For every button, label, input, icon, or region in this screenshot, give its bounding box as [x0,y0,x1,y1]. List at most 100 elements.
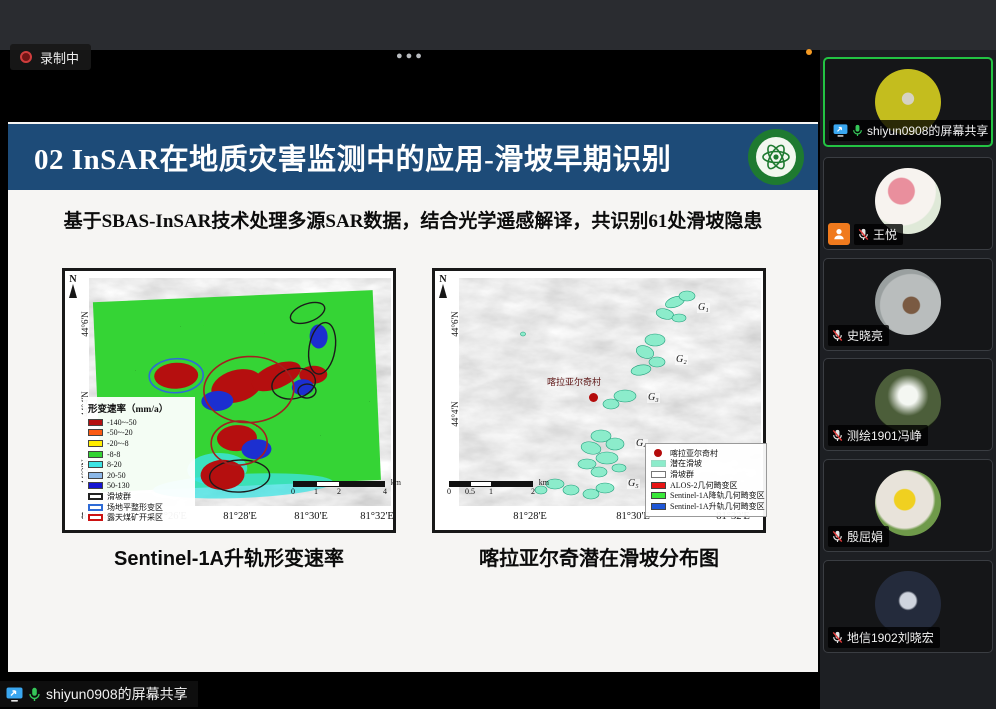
more-options-handle[interactable]: ●●● [396,50,425,62]
scalebar-tick: 1 [489,487,493,496]
x-axis-tick: 81°28'E [513,511,547,522]
x-axis-tick: 81°32'E [360,511,394,522]
legend-item: 滑坡群 [651,469,761,480]
window-top-bar[interactable] [0,0,996,50]
legend-item: 滑坡群 [88,491,190,502]
mic-muted-icon [832,631,843,644]
north-label: N [439,275,446,284]
scalebar-segment [294,482,317,486]
participant-tile[interactable]: 测绘1901冯峥 [823,358,993,451]
legend-item: 8-20 [88,459,190,470]
group-label: G₃ [647,393,660,403]
scalebar-tick: 2 [531,487,535,496]
north-arrow-icon: N [439,275,447,298]
member-badge-icon [828,223,850,245]
recording-badge: 录制中 [10,44,91,70]
participant-label: 殷屈娟 [828,526,889,547]
legend-swatch [88,440,103,447]
legend-item: ALOS-2几何畸变区 [651,480,761,491]
y-axis-tick: 44°6'N [450,305,460,343]
screen-share-label: shiyun0908的屏幕共享 [0,681,198,707]
participant-tile[interactable]: 地信1902刘晓宏 [823,560,993,653]
participant-tile[interactable]: shiyun0908的屏幕共享 [823,57,993,147]
participant-tile[interactable]: 王悦 [823,157,993,250]
legend-swatch [88,514,103,521]
legend-item: -140~-50 [88,417,190,428]
mic-muted-icon [832,329,843,342]
recording-label: 录制中 [40,48,79,67]
participant-label: 史晓亮 [828,325,889,346]
legend-swatch [651,492,666,499]
scalebar-unit: km [391,478,401,487]
mic-muted-icon [832,429,843,442]
legend-swatch [651,503,666,510]
village-marker [589,393,598,402]
participant-name: 殷屈娟 [847,528,883,545]
legend-swatch [88,504,103,511]
screen-share-icon [833,124,848,137]
mic-muted-icon [832,530,843,543]
notification-dot [806,49,812,55]
legend-item: 20-50 [88,470,190,481]
y-axis-tick: 44°6'N [80,305,90,343]
legend-swatch [651,482,666,489]
slide-title-bar: 02 InSAR在地质灾害监测中的应用-滑坡早期识别 [8,124,818,190]
north-arrow-triangle [69,284,77,298]
x-axis-tick: 81°30'E [294,511,328,522]
legend-item: 潜在滑坡 [651,459,761,470]
participant-tile[interactable]: 史晓亮 [823,258,993,351]
legend-item: -20~-8 [88,438,190,449]
left-map-figure: N 44°6'N 44°4'N 44°2'N 81°24'E 81°26'E 8… [62,268,396,533]
north-label: N [69,275,76,284]
legend-item: 50-130 [88,481,190,492]
north-arrow-icon: N [69,275,77,298]
participant-name: shiyun0908的屏幕共享 [867,122,988,139]
group-label: G₅ [627,479,640,489]
participant-label: shiyun0908的屏幕共享 [829,120,993,141]
scalebar-tick: 0.5 [465,487,475,496]
legend-swatch [651,460,666,467]
scalebar-labels: 0 1 2 4 [293,487,385,496]
mic-muted-icon [858,228,869,241]
mic-on-icon [28,687,41,702]
legend-swatch [654,449,662,457]
legend-item: Sentinel-1A降轨几何畸变区 [651,490,761,501]
slide-subtitle: 基于SBAS-InSAR技术处理多源SAR数据，结合光学遥感解译，共识别61处滑… [8,206,818,233]
left-map-legend: 形变速率（mm/a） -140~-50 -50~-20 -20~-8 -8-8 … [83,397,195,527]
scalebar-segment [317,482,340,486]
participant-label: 王悦 [854,224,903,245]
participant-name: 王悦 [873,226,897,243]
university-logo-icon [748,129,804,185]
screen-share-icon [6,687,23,702]
legend-item: -8-8 [88,449,190,460]
participant-label: 测绘1901冯峥 [828,425,928,446]
shared-screen-stage: 02 InSAR在地质灾害监测中的应用-滑坡早期识别 基于SBAS-InSAR技… [0,50,820,709]
legend-item: -50~-20 [88,428,190,439]
legend-swatch [88,429,103,436]
participant-tile[interactable]: 殷屈娟 [823,459,993,552]
right-map-figure: N 44°6'N 44°4'N 81°28'E 81°30'E 81°32'E … [432,268,766,533]
north-arrow-triangle [439,284,447,298]
left-map-scalebar: km 0 1 2 4 [293,481,385,496]
scalebar-tick: 0 [447,487,451,496]
scalebar-unit: km [539,478,549,487]
legend-item: 喀拉亚尔奇村 [651,448,761,459]
scalebar-segment [491,482,532,486]
right-map-caption: 喀拉亚尔奇潜在滑坡分布图 [432,542,766,571]
legend-swatch [651,471,666,478]
y-axis-tick: 44°4'N [450,395,460,433]
right-map-scalebar: km 0 0.5 1 2 [449,481,533,496]
legend-swatch [88,493,103,500]
scalebar-segment [450,482,471,486]
legend-item: 露天煤矿开采区 [88,512,190,523]
participants-sidebar[interactable]: shiyun0908的屏幕共享 王悦 史晓亮 [820,50,996,709]
legend-swatch [88,419,103,426]
legend-swatch [88,461,103,468]
scalebar-segment [471,482,492,486]
meeting-window: 录制中 ●●● 02 InSAR在地质灾害监测中的应用-滑坡早期识别 [0,0,996,709]
recording-icon [20,51,32,63]
group-label: G₂ [675,355,688,365]
legend-item: Sentinel-1A升轨几何畸变区 [651,501,761,512]
group-label: G₁ [697,303,710,313]
participant-name: 地信1902刘晓宏 [847,629,934,646]
